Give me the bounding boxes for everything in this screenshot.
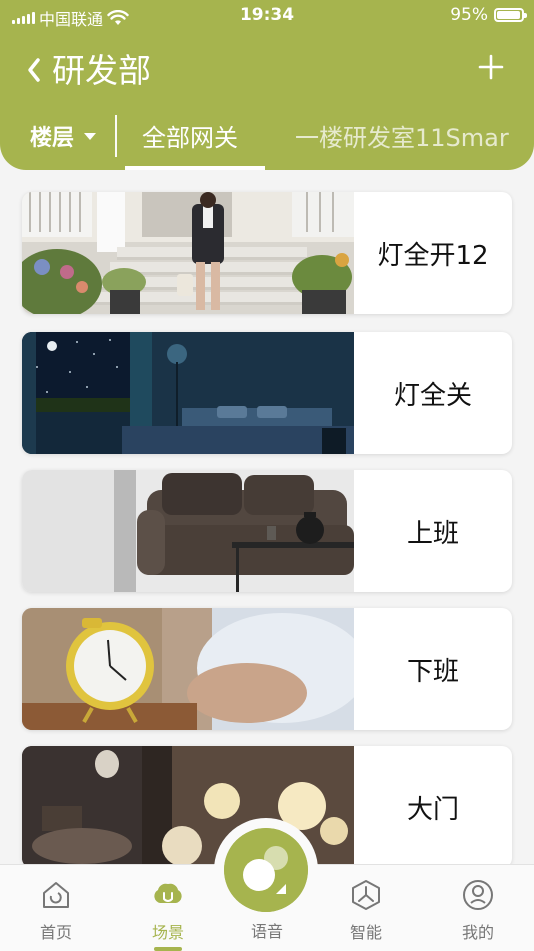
battery-info: 95% — [450, 5, 527, 25]
nav-scene-label: 场景 — [151, 923, 184, 942]
active-tab-indicator — [125, 166, 265, 170]
scene-card[interactable]: 下班 — [22, 608, 512, 730]
tab-floor1-lab[interactable]: 一楼研发室11Smar — [295, 118, 509, 153]
nav-smart[interactable]: 智能 — [331, 865, 401, 951]
scene-label: 灯全关 — [393, 380, 472, 411]
header-bar: 中国联通 19:34 95% 研发部 楼层 全部网关 一楼研发室11Smar — [0, 0, 534, 170]
nav-scene[interactable]: 场景 — [133, 865, 203, 951]
floor-label: 楼层 — [30, 126, 75, 151]
page-title: 研发部 — [52, 51, 151, 90]
scene-label: 大门 — [406, 794, 459, 825]
divider — [115, 115, 117, 157]
status-bar: 中国联通 19:34 95% — [0, 0, 534, 30]
home-icon — [43, 882, 69, 908]
chevron-down-icon — [84, 132, 97, 140]
scene-image — [22, 192, 354, 314]
profile-icon — [463, 880, 493, 910]
back-icon[interactable] — [24, 50, 52, 90]
nav-voice-label: 语音 — [250, 922, 283, 941]
smart-icon — [352, 880, 380, 910]
scene-icon — [154, 883, 182, 903]
nav-home[interactable]: 首页 — [21, 865, 91, 951]
nav-smart-label: 智能 — [349, 923, 382, 942]
scene-card[interactable]: 灯全开12 — [22, 192, 512, 314]
tab-all-gateways[interactable]: 全部网关 — [142, 118, 238, 153]
scene-card[interactable]: 灯全关 — [22, 332, 512, 454]
add-icon[interactable] — [478, 54, 504, 80]
scene-card[interactable]: 上班 — [22, 470, 512, 592]
battery-icon — [494, 8, 527, 22]
scene-image — [22, 332, 354, 454]
voice-button[interactable] — [224, 828, 308, 912]
battery-percent: 95% — [450, 5, 488, 25]
scene-image — [22, 608, 354, 730]
scene-label: 上班 — [406, 518, 459, 549]
scene-label: 灯全开12 — [377, 240, 489, 271]
nav-home-label: 首页 — [39, 923, 72, 942]
floor-dropdown[interactable]: 楼层 — [30, 120, 97, 152]
scene-image — [22, 470, 354, 592]
nav-mine-label: 我的 — [461, 923, 494, 942]
nav-mine[interactable]: 我的 — [443, 865, 513, 951]
active-nav-indicator — [154, 947, 182, 951]
scene-label: 下班 — [406, 656, 459, 687]
